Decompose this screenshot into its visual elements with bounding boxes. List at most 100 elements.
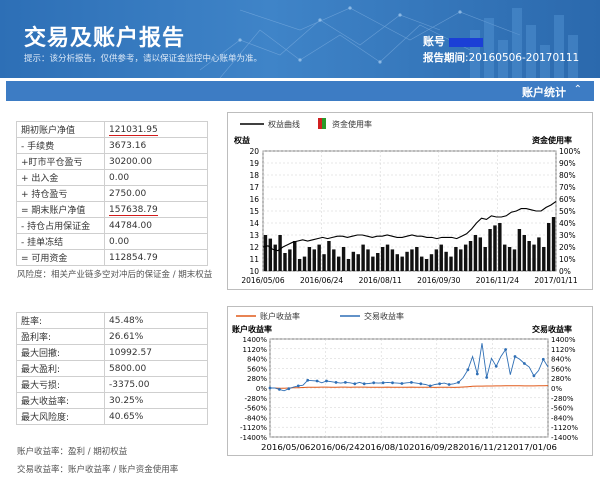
usage-bar	[273, 244, 277, 271]
usage-bar	[532, 244, 536, 271]
period-value: :20160506-20170111	[465, 52, 580, 64]
usage-bar	[371, 256, 375, 271]
table-row: - 挂单冻结 0.00	[16, 233, 208, 250]
row-value: -3375.00	[104, 376, 208, 393]
y-right-tick: 1120%	[551, 346, 576, 354]
trade-return-point	[494, 364, 498, 368]
trade-return-point	[353, 382, 357, 386]
row-label: + 出入金	[16, 169, 105, 186]
usage-bar	[410, 249, 414, 271]
performance-table: 胜率: 45.48% 盈利率: 26.61% 最大回撤: 10992.57 最大盈利: 580…	[16, 312, 208, 425]
trade-return-point	[523, 362, 526, 365]
usage-bar	[415, 247, 419, 271]
page-title: 交易及账户报告	[24, 26, 186, 51]
trade-return-point	[438, 382, 441, 386]
trade-return-point	[428, 384, 432, 388]
usage-bar	[439, 244, 443, 271]
x-tick: 2016/05/06	[241, 276, 284, 285]
usage-bar	[507, 247, 512, 271]
trade-return-note: 交易收益率：账户收益率 / 账户资金使用率	[17, 465, 179, 475]
y-right-tick: 40%	[559, 219, 576, 228]
y-right-tick: -560%	[551, 405, 574, 413]
usage-bar	[488, 229, 492, 271]
return-chart: 账户收益率 交易收益率账户收益率 交易收益率1400%1120%840%560%28…	[231, 311, 578, 452]
usage-bar	[390, 249, 395, 271]
usage-bar	[527, 241, 531, 271]
y-left-tick: 1400%	[243, 336, 268, 344]
y-right-title: 资金使用率	[532, 135, 572, 145]
y-left-tick: 18	[249, 171, 259, 180]
trade-return-point	[325, 379, 328, 383]
y-right-tick: 30%	[559, 231, 576, 240]
trade-return-point	[268, 386, 272, 390]
y-left-tick: 14	[249, 219, 259, 228]
usage-bar	[366, 249, 370, 271]
row-label: = 期末账户净值	[16, 201, 105, 218]
row-label: 最大风险度:	[16, 408, 105, 425]
usage-bar	[551, 217, 556, 271]
trade-return-point	[278, 388, 281, 391]
legend-usage-swatch-red	[318, 118, 322, 129]
trade-return-point	[466, 368, 470, 372]
usage-bar	[522, 235, 526, 271]
y-left-tick: 15	[249, 207, 259, 216]
x-tick: 2016/08/11	[359, 276, 402, 285]
y-left-tick: 560%	[247, 365, 267, 373]
usage-bar	[478, 237, 483, 271]
usage-bar	[463, 244, 468, 271]
y-left-tick: -560%	[244, 405, 267, 413]
double-chevron-up-icon[interactable]: ⌃	[574, 84, 582, 95]
account-return-note: 账户收益率：盈利 / 期初权益	[17, 447, 128, 457]
trade-return-point	[334, 381, 338, 384]
trade-return-point	[296, 384, 300, 388]
x-tick: 2016/09/30	[417, 276, 460, 285]
usage-bar	[327, 241, 331, 271]
table-row: = 可用资金 112854.79	[16, 249, 208, 266]
row-value: 30.25%	[104, 392, 208, 409]
y-right-tick: 0%	[551, 385, 562, 393]
table-row: 最大回撤: 10992.57	[16, 344, 208, 361]
y-left-tick: 1120%	[243, 346, 268, 354]
row-label: +盯市平仓盈亏	[16, 153, 105, 170]
y-left-tick: 840%	[247, 356, 267, 364]
account-number: 账号	[423, 33, 483, 49]
usage-bar	[385, 244, 390, 271]
row-label: 胜率:	[16, 312, 105, 329]
row-label: + 持仓盈亏	[16, 185, 105, 202]
account-stats-section-bar[interactable]: 账户统计 ⌃	[6, 81, 594, 101]
row-value: 44784.00	[104, 217, 208, 234]
y-left-tick: 10	[249, 267, 259, 276]
legend-account-label: 账户收益率	[260, 311, 300, 321]
y-right-tick: 90%	[559, 159, 576, 168]
row-label: 最大盈利:	[16, 360, 105, 377]
table-row: 盈利率: 26.61%	[16, 328, 208, 345]
trade-return-point	[344, 381, 347, 384]
usage-bar	[361, 244, 365, 271]
equity-chart-panel: 权益曲线 资金使用率 权益 资金使用率 20 19 18 17 16 15 14 13 12 11 10 10…	[227, 112, 593, 290]
usage-bar	[283, 253, 287, 271]
table-row: 期初账户净值 121031.95	[16, 121, 208, 138]
usage-bar	[376, 253, 380, 271]
row-label: = 可用资金	[16, 249, 105, 266]
trade-return-point	[447, 383, 451, 386]
row-value: 0.00	[104, 233, 208, 250]
usage-bar	[312, 249, 316, 271]
usage-bar	[322, 254, 326, 271]
usage-bar	[268, 238, 273, 271]
row-label: 盈利率:	[16, 328, 105, 345]
trade-return-point	[532, 374, 536, 378]
y-left-tick: -840%	[244, 414, 267, 422]
usage-bar	[537, 237, 541, 271]
y-left-tick: 12	[249, 243, 259, 252]
y-left-tick: -1400%	[240, 434, 267, 442]
y-right-title: 交易收益率	[532, 324, 572, 334]
row-value: 26.61%	[104, 328, 208, 345]
trade-return-point	[381, 381, 385, 385]
y-right-tick: -840%	[551, 414, 574, 422]
period-label: 报告期间	[423, 52, 465, 64]
account-label: 账号	[423, 35, 445, 48]
y-right-tick: -1120%	[551, 424, 578, 432]
y-right-tick: 280%	[551, 375, 571, 383]
report-period: 报告期间:20160506-20170111	[423, 50, 579, 65]
usage-bar	[356, 254, 360, 271]
